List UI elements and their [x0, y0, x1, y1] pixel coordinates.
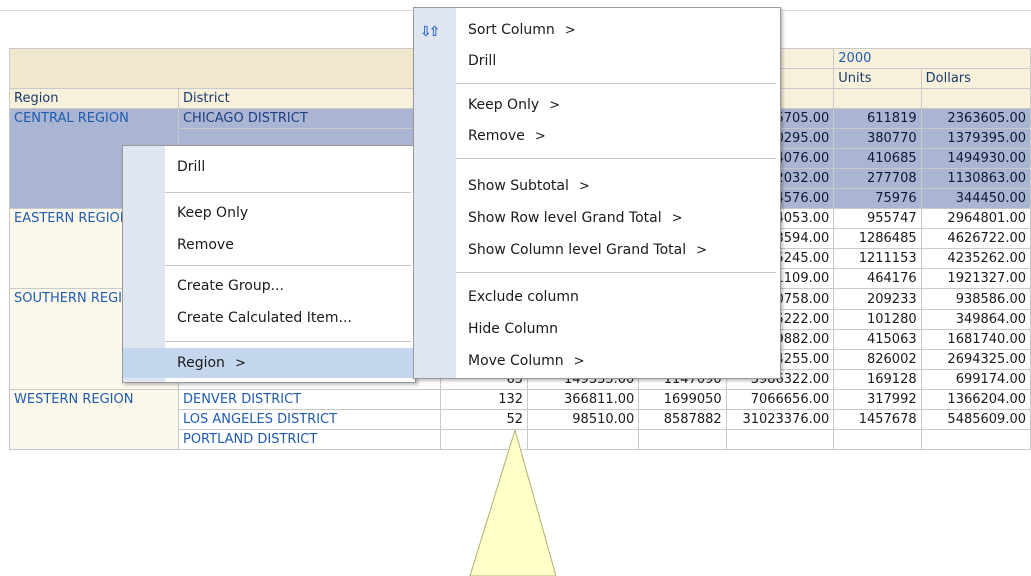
menu-item-keep-only[interactable]: Keep Only: [165, 198, 415, 228]
menu-item-remove[interactable]: Remove: [165, 230, 415, 260]
chevron-right-icon: >: [696, 243, 708, 258]
menu-item-move-column[interactable]: Move Column >: [456, 346, 780, 376]
menu-item-show-subtotal[interactable]: Show Subtotal >: [456, 171, 780, 201]
menu-separator: [165, 192, 411, 193]
menu-item-drill[interactable]: Drill: [165, 152, 415, 182]
chevron-right-icon: >: [564, 23, 576, 38]
menu-item-hide-column[interactable]: Hide Column: [456, 314, 780, 344]
menu-gutter: [123, 146, 165, 382]
menu-item-drill[interactable]: Drill: [456, 46, 780, 76]
menu-item-exclude-column[interactable]: Exclude column: [456, 282, 780, 312]
menu-separator: [165, 265, 411, 266]
menu-item-region[interactable]: Region >: [123, 348, 415, 378]
menu-separator: [456, 83, 776, 84]
chevron-right-icon: >: [671, 211, 683, 226]
menu-item-keep-only[interactable]: Keep Only >: [456, 90, 780, 120]
menu-separator: [456, 158, 776, 159]
chevron-right-icon: >: [573, 354, 585, 369]
menu-separator: [456, 272, 776, 273]
menu-item-create-group[interactable]: Create Group...: [165, 271, 415, 301]
menu-item-create-calculated-item[interactable]: Create Calculated Item...: [165, 303, 415, 333]
sort-arrows-icon: ⇩⇧: [420, 24, 440, 40]
chevron-right-icon: >: [549, 98, 561, 113]
chevron-right-icon: >: [534, 129, 546, 144]
row-context-menu: Drill Keep Only Remove Create Group... C…: [122, 145, 416, 383]
menu-item-remove[interactable]: Remove >: [456, 121, 780, 151]
menu-separator: [165, 341, 411, 342]
chevron-right-icon: >: [578, 179, 590, 194]
menu-item-sort-column[interactable]: Sort Column >: [456, 15, 780, 45]
menu-item-show-row-grand-total[interactable]: Show Row level Grand Total >: [456, 203, 780, 233]
chevron-right-icon: >: [234, 356, 246, 371]
menu-item-show-column-grand-total[interactable]: Show Column level Grand Total >: [456, 235, 780, 265]
menu-gutter: [414, 8, 456, 378]
column-context-menu: ⇩⇧ Sort Column > Drill Keep Only > Remove >…: [413, 7, 781, 379]
